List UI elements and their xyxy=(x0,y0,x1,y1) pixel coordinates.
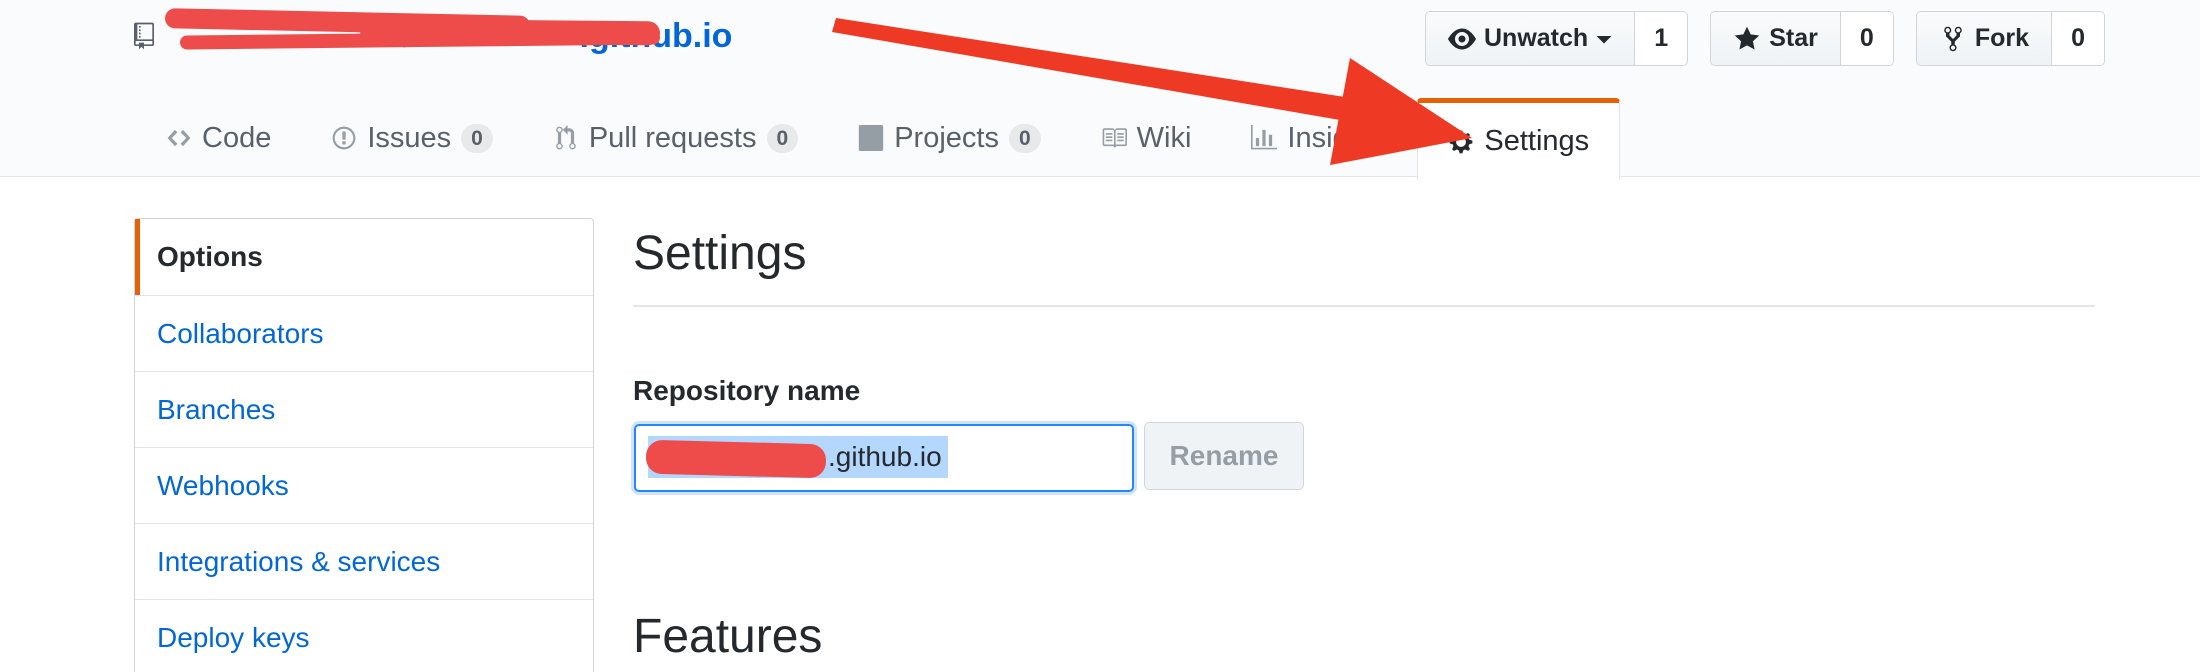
fork-button[interactable]: Fork xyxy=(1916,12,2053,65)
watch-button-group: Unwatch 1 xyxy=(1425,11,1689,66)
tab-code[interactable]: Code xyxy=(136,98,301,178)
pull-requests-counter: 0 xyxy=(766,123,799,153)
unwatch-label: Unwatch xyxy=(1484,24,1589,52)
tab-settings[interactable]: Settings xyxy=(1417,98,1621,180)
repo-forked-icon xyxy=(1944,26,1962,51)
graph-icon xyxy=(1251,125,1278,150)
stargazers-count[interactable]: 0 xyxy=(1840,12,1893,65)
tab-issues[interactable]: Issues 0 xyxy=(301,98,523,178)
tab-label: Issues xyxy=(367,121,452,154)
sidebar-item-label: Deploy keys xyxy=(157,621,310,653)
github-settings-page: / .github.io Unwatch 1 xyxy=(0,0,2200,672)
watchers-count[interactable]: 1 xyxy=(1635,12,1688,65)
caret-down-icon xyxy=(1596,35,1612,43)
features-heading: Features xyxy=(633,610,823,663)
eye-icon xyxy=(1448,28,1476,49)
code-icon xyxy=(167,129,191,147)
tab-wiki[interactable]: Wiki xyxy=(1071,98,1222,178)
title-divider xyxy=(633,305,2095,307)
star-icon xyxy=(1734,26,1760,49)
pull-request-icon xyxy=(556,125,576,150)
gear-icon xyxy=(1449,130,1473,153)
fork-button-group: Fork 0 xyxy=(1915,11,2106,66)
sidebar-item-label: Collaborators xyxy=(157,317,324,349)
projects-counter: 0 xyxy=(1008,123,1041,153)
repo-name-label: Repository name xyxy=(633,375,861,406)
tab-pull-requests[interactable]: Pull requests 0 xyxy=(523,98,828,178)
tab-label: Insights xyxy=(1287,121,1388,154)
rename-button[interactable]: Rename xyxy=(1144,422,1304,490)
sidebar-item-label: Webhooks xyxy=(157,469,289,501)
tab-projects[interactable]: Projects 0 xyxy=(828,98,1070,178)
star-button-group: Star 0 xyxy=(1710,11,1894,66)
sidebar-item-webhooks[interactable]: Webhooks xyxy=(135,447,593,523)
repo-nav-tabs: Code Issues 0 Pull requests 0 Projects 0 xyxy=(136,98,1621,180)
sidebar-item-integrations[interactable]: Integrations & services xyxy=(135,523,593,599)
book-icon xyxy=(1102,128,1127,148)
tab-label: Code xyxy=(202,121,272,154)
sidebar-item-collaborators[interactable]: Collaborators xyxy=(135,295,593,371)
issues-counter: 0 xyxy=(461,123,493,153)
tab-label: Projects xyxy=(894,121,999,154)
project-icon xyxy=(859,125,884,151)
issue-icon xyxy=(332,126,356,150)
settings-sidebar: Options Collaborators Branches Webhooks … xyxy=(134,218,594,672)
repo-icon xyxy=(134,22,154,50)
sidebar-item-label: Options xyxy=(157,241,263,272)
tab-label: Settings xyxy=(1484,125,1590,157)
tab-insights[interactable]: Insights xyxy=(1221,98,1417,178)
redaction-mark xyxy=(645,439,827,479)
star-button[interactable]: Star xyxy=(1711,12,1841,65)
page-title: Settings xyxy=(633,227,807,280)
sidebar-item-label: Integrations & services xyxy=(157,545,441,577)
sidebar-item-options[interactable]: Options xyxy=(135,219,593,295)
fork-label: Fork xyxy=(1974,24,2030,52)
repo-name-input-value: .github.io xyxy=(828,441,942,472)
tab-label: Pull requests xyxy=(588,121,757,154)
forks-count[interactable]: 0 xyxy=(2052,12,2105,65)
sidebar-item-label: Branches xyxy=(157,393,276,425)
repo-actions: Unwatch 1 Star 0 Fork 0 xyxy=(1425,11,2106,66)
unwatch-button[interactable]: Unwatch xyxy=(1426,12,1636,65)
sidebar-item-branches[interactable]: Branches xyxy=(135,371,593,447)
tab-label: Wiki xyxy=(1136,121,1192,154)
star-label: Star xyxy=(1769,24,1818,52)
sidebar-item-deploy-keys[interactable]: Deploy keys xyxy=(135,599,593,672)
